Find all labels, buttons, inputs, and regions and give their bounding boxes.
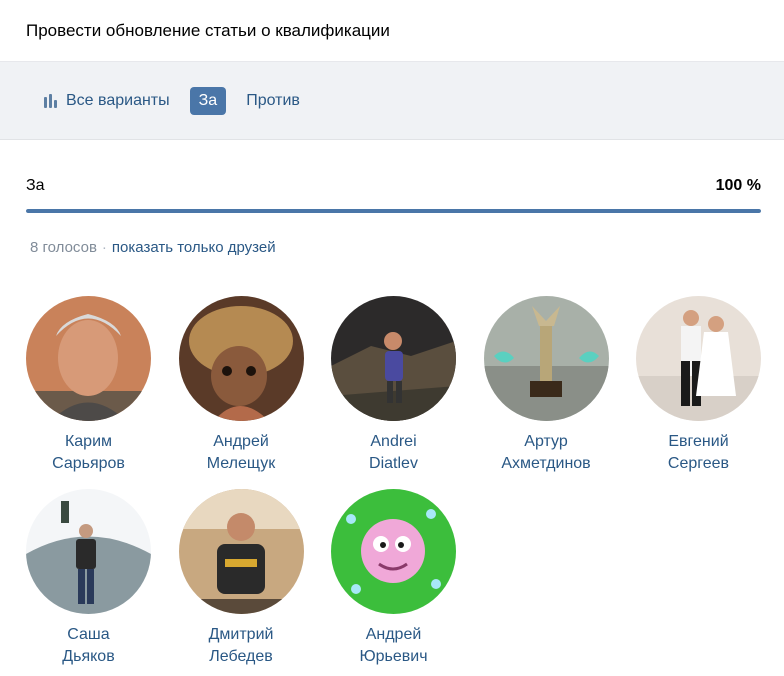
voter-name[interactable]: Дмитрий Лебедев [209,624,274,668]
tab-against-label: Против [246,91,300,109]
avatar[interactable] [331,296,456,421]
voters-grid: Карим Сарьяров Андрей Мелещук Andrei Dia… [26,296,761,668]
show-friends-link[interactable]: показать только друзей [112,239,276,256]
poll-header: Провести обновление статьи о квалификаци… [0,0,784,62]
voter-name[interactable]: Андрей Мелещук [207,431,275,475]
voter-name[interactable]: Евгений Сергеев [668,431,729,475]
avatar[interactable] [331,489,456,614]
options-tabs: Все варианты За Против [0,62,784,140]
voter-name[interactable]: Саша Дьяков [62,624,114,668]
tab-against[interactable]: Против [246,92,300,110]
votes-count: 8 голосов [30,239,97,256]
voter-item[interactable]: Артур Ахметдинов [483,296,609,475]
tab-all-options[interactable]: Все варианты [42,92,170,110]
result-progress-fill [26,209,761,213]
voter-name[interactable]: Карим Сарьяров [52,431,125,475]
avatar[interactable] [178,489,304,614]
result-option-label: За [26,177,45,194]
tab-for-label: За [198,91,218,109]
tab-all-options-label: Все варианты [66,91,170,109]
voter-name[interactable]: Andrei Diatlev [369,431,418,475]
voter-item[interactable]: Саша Дьяков [26,489,151,668]
avatar[interactable] [26,489,151,614]
voter-item[interactable]: Евгений Сергеев [636,296,761,475]
voter-name[interactable]: Андрей Юрьевич [359,624,427,668]
avatar[interactable] [483,296,609,421]
voter-item[interactable]: Дмитрий Лебедев [178,489,304,668]
voter-item[interactable]: Андрей Мелещук [178,296,304,475]
result-progress-bar [26,209,761,213]
result-row: За 100 % [26,177,761,195]
votes-separator: · [101,239,107,256]
avatar[interactable] [636,296,761,421]
result-section: За 100 % 8 голосов · показать только друзе… [0,177,784,668]
poll-title: Провести обновление статьи о квалификаци… [26,20,390,40]
avatar[interactable] [178,296,304,421]
avatar[interactable] [26,296,151,421]
votes-summary: 8 голосов · показать только друзей [26,239,761,256]
bar-chart-icon [42,93,58,109]
voter-item[interactable]: Андрей Юрьевич [331,489,456,668]
tab-for[interactable]: За [189,86,227,115]
result-percent: 100 % [715,177,761,194]
voter-item[interactable]: Карим Сарьяров [26,296,151,475]
voter-item[interactable]: Andrei Diatlev [331,296,456,475]
voter-name[interactable]: Артур Ахметдинов [501,431,590,475]
